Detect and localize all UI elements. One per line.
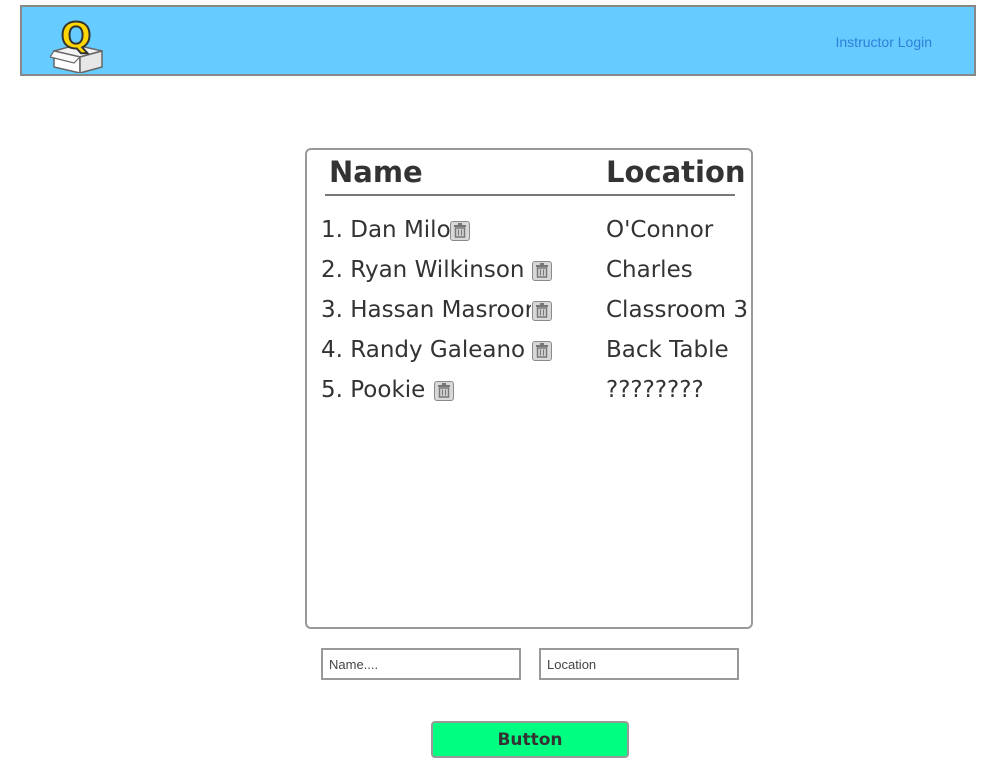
queue-entry-location: Classroom 3 bbox=[606, 297, 748, 323]
queue-row: 4. Randy Galeano Back Table bbox=[307, 337, 751, 377]
trash-icon[interactable] bbox=[532, 301, 552, 321]
trash-icon[interactable] bbox=[532, 341, 552, 361]
queue-entry-name: 5. Pookie bbox=[321, 377, 426, 403]
header-divider bbox=[325, 194, 735, 196]
location-column-header: Location bbox=[606, 155, 746, 189]
queue-entry-location: O'Connor bbox=[606, 217, 714, 243]
submit-button[interactable]: Button bbox=[431, 721, 629, 758]
queue-entry-location: Charles bbox=[606, 257, 693, 283]
name-input[interactable] bbox=[321, 648, 521, 680]
queue-entry-name: 2. Ryan Wilkinson bbox=[321, 257, 525, 283]
queue-entry-name: 1. Dan Milo bbox=[321, 217, 451, 243]
queue-row: 5. Pookie ???????? bbox=[307, 377, 751, 417]
queue-entry-name: 4. Randy Galeano bbox=[321, 337, 526, 363]
queue-row: 2. Ryan Wilkinson Charles bbox=[307, 257, 751, 297]
queue-list-panel: Name Location 1. Dan Milo O'Connor 2. Ry… bbox=[305, 148, 753, 629]
name-column-header: Name bbox=[329, 155, 423, 189]
queue-entry-location: ???????? bbox=[606, 377, 704, 403]
logo-icon: Q bbox=[49, 15, 106, 74]
queue-entry-name: 3. Hassan Masroor bbox=[321, 297, 531, 323]
instructor-login-link[interactable]: Instructor Login bbox=[836, 34, 933, 50]
queue-row: 1. Dan Milo O'Connor bbox=[307, 217, 751, 257]
trash-icon[interactable] bbox=[532, 261, 552, 281]
queue-row: 3. Hassan Masroor Classroom 3 bbox=[307, 297, 751, 337]
queue-entry-location: Back Table bbox=[606, 337, 729, 363]
trash-icon[interactable] bbox=[434, 381, 454, 401]
svg-text:Q: Q bbox=[61, 16, 92, 57]
header-bar: Q Instructor Login bbox=[20, 5, 976, 76]
location-input[interactable] bbox=[539, 648, 739, 680]
trash-icon[interactable] bbox=[450, 221, 470, 241]
